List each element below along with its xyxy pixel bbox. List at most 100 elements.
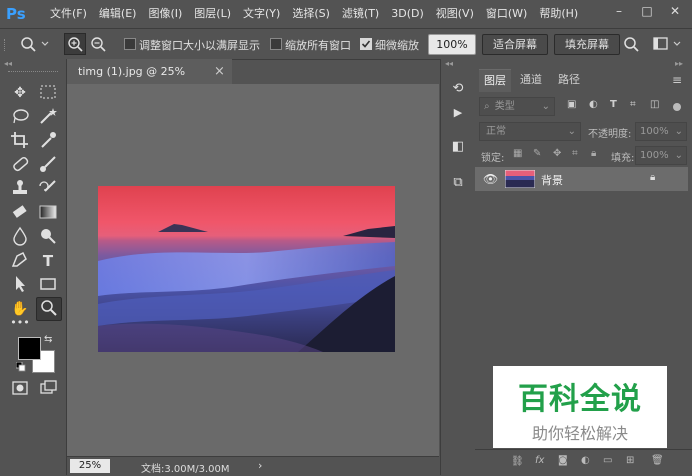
zoom-in-button[interactable] — [64, 33, 86, 55]
close-button[interactable]: ✕ — [664, 2, 686, 20]
zoom-out-icon — [91, 37, 106, 52]
marquee-tool-icon[interactable] — [36, 82, 60, 104]
status-bar: 25% 文档:3.00M/3.00M › — [67, 456, 439, 476]
expand-dock-icon[interactable]: ◂◂ — [445, 60, 471, 68]
zoom-tool-icon[interactable] — [36, 297, 62, 321]
default-colors-icon[interactable] — [15, 361, 26, 372]
menu-select[interactable]: 选择(S) — [286, 0, 336, 28]
history-brush-tool-icon[interactable] — [36, 178, 60, 200]
zoom-out-button[interactable] — [88, 34, 108, 54]
menu-view[interactable]: 视图(V) — [430, 0, 480, 28]
visibility-eye-icon[interactable]: 👁︎ — [483, 172, 498, 186]
collapse-panel-icon[interactable]: ▸▸ — [675, 60, 683, 68]
fill-field[interactable]: 100% ⌄ — [635, 146, 687, 165]
menu-3d[interactable]: 3D(D) — [385, 0, 430, 28]
path-selection-tool-icon[interactable] — [8, 274, 32, 296]
panel-menu-icon[interactable]: ≡ — [672, 73, 686, 87]
lock-image-icon[interactable]: ✎ — [533, 148, 541, 159]
menu-type[interactable]: 文字(Y) — [237, 0, 286, 28]
blend-mode-select[interactable]: 正常 ⌄ — [479, 122, 581, 141]
document-image — [98, 186, 395, 352]
resize-windows-checkbox[interactable] — [124, 38, 136, 50]
properties-panel-icon[interactable]: ⧉ — [447, 173, 469, 193]
magic-wand-tool-icon[interactable] — [36, 106, 60, 128]
collapse-toolbar-icon[interactable]: ◂◂ — [4, 60, 62, 68]
fit-screen-button[interactable]: 适合屏幕 — [482, 34, 548, 55]
menu-file[interactable]: 文件(F) — [44, 0, 93, 28]
quick-mask-icon[interactable] — [8, 378, 32, 400]
lock-transparent-icon[interactable]: ▦ — [513, 148, 522, 159]
layer-row[interactable]: 👁︎ 背景 🔒︎ — [475, 167, 688, 191]
pen-tool-icon[interactable] — [8, 250, 32, 272]
menu-layer[interactable]: 图层(L) — [188, 0, 237, 28]
link-layers-icon[interactable]: ⛓︎ — [511, 456, 524, 467]
move-tool-icon[interactable]: ✥ — [8, 82, 32, 104]
layers-footer: ⛓︎ fx ◙ ◐ ▭ ⊞ 🗑︎ — [475, 449, 692, 476]
minimize-button[interactable]: – — [608, 2, 630, 20]
adjustment-layer-icon[interactable]: ◐ — [581, 455, 590, 466]
zoom-all-windows-checkbox[interactable] — [270, 38, 282, 50]
gradient-tool-icon[interactable] — [36, 202, 60, 224]
fill-value: 100% — [640, 150, 669, 161]
document-tab[interactable]: timg (1).jpg @ 25%(RGB/8#) × — [67, 59, 232, 103]
menu-filter[interactable]: 滤镜(T) — [336, 0, 385, 28]
actions-panel-icon[interactable]: ▶ — [447, 103, 469, 123]
crop-tool-icon[interactable] — [8, 130, 32, 152]
filter-pixel-icon[interactable]: ▣ — [567, 99, 576, 110]
foreground-color-swatch[interactable] — [18, 337, 41, 360]
menu-window[interactable]: 窗口(W) — [480, 0, 533, 28]
filter-type-icon[interactable]: T — [610, 99, 617, 110]
grip-handle[interactable] — [4, 39, 8, 51]
fill-screen-button[interactable]: 填充屏幕 — [554, 34, 620, 55]
zoom-percent-field[interactable]: 100% — [428, 34, 476, 55]
maximize-button[interactable]: □ — [636, 2, 658, 20]
workspace-icon — [653, 37, 681, 50]
eyedropper-tool-icon[interactable] — [36, 130, 60, 152]
new-layer-icon[interactable]: ⊞ — [626, 455, 634, 466]
chevron-down-icon: ⌄ — [567, 126, 576, 137]
fill-label: 填充: — [611, 153, 635, 164]
layer-filter-kind[interactable]: ⌕ 类型 ⌄ — [479, 97, 555, 116]
dodge-tool-icon[interactable] — [36, 226, 60, 248]
lock-all-icon[interactable]: 🔒︎ — [591, 148, 596, 159]
filter-smart-object-icon[interactable]: ◫ — [650, 99, 659, 110]
menu-image[interactable]: 图像(I) — [142, 0, 188, 28]
history-panel-icon[interactable]: ⟲ — [447, 79, 469, 99]
doc-info-menu-icon[interactable]: › — [258, 459, 262, 472]
delete-layer-icon[interactable]: 🗑︎ — [651, 455, 664, 466]
3d-panel-icon[interactable]: ◧ — [447, 137, 469, 157]
lock-position-icon[interactable]: ✥ — [553, 148, 561, 159]
swap-colors-icon[interactable]: ⇆ — [44, 334, 56, 346]
zoom-tool-preset-picker[interactable] — [16, 33, 52, 55]
search-button[interactable] — [620, 34, 642, 54]
lock-artboard-icon[interactable]: ⌗ — [572, 148, 578, 159]
filter-toggle-icon[interactable] — [673, 103, 681, 111]
fx-icon[interactable]: fx — [535, 455, 544, 466]
brush-tool-icon[interactable] — [36, 154, 60, 176]
healing-brush-tool-icon[interactable] — [8, 154, 32, 176]
tab-channels[interactable]: 通道 — [515, 69, 547, 91]
add-mask-icon[interactable]: ◙ — [558, 455, 568, 466]
screen-mode-icon[interactable] — [36, 378, 60, 400]
layer-thumbnail — [505, 170, 535, 188]
blur-tool-icon[interactable] — [8, 226, 32, 248]
workspace-switcher[interactable] — [650, 34, 686, 54]
more-tools-icon[interactable]: ••• — [8, 312, 32, 334]
filter-adjustment-icon[interactable]: ◐ — [589, 99, 598, 110]
opacity-field[interactable]: 100% ⌄ — [635, 122, 687, 141]
new-group-icon[interactable]: ▭ — [603, 455, 612, 466]
tab-paths[interactable]: 路径 — [553, 69, 585, 91]
toolbar-grip[interactable] — [8, 71, 58, 74]
clone-stamp-tool-icon[interactable] — [8, 178, 32, 200]
type-tool-icon[interactable]: T — [36, 250, 60, 272]
lasso-tool-icon[interactable] — [8, 106, 32, 128]
menu-help[interactable]: 帮助(H) — [533, 0, 584, 28]
menu-edit[interactable]: 编辑(E) — [93, 0, 143, 28]
eraser-tool-icon[interactable] — [8, 202, 32, 224]
zoom-level-field[interactable]: 25% — [70, 459, 110, 473]
rectangle-tool-icon[interactable] — [36, 274, 60, 296]
close-document-icon[interactable]: × — [214, 59, 225, 84]
tab-layers[interactable]: 图层 — [479, 69, 511, 92]
filter-shape-icon[interactable]: ⌗ — [630, 99, 636, 110]
scrubby-zoom-checkbox[interactable] — [360, 38, 372, 50]
